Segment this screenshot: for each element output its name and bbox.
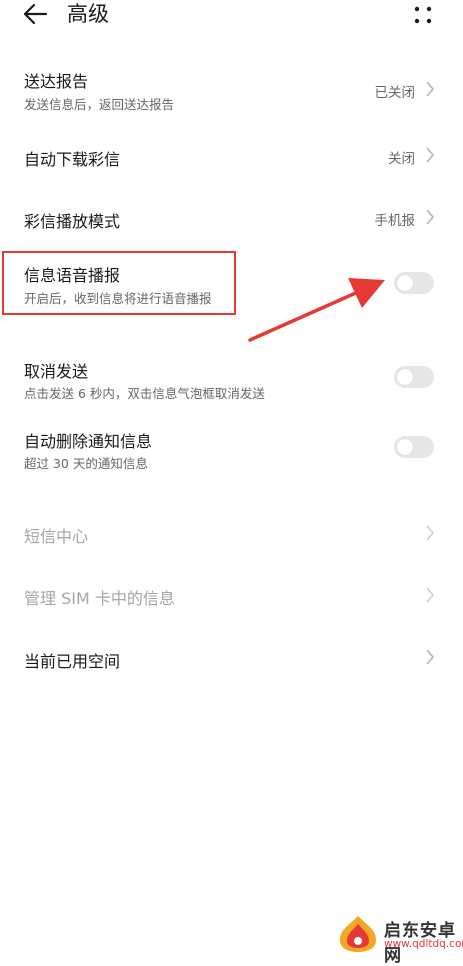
setting-value: 手机报 [374,213,416,229]
setting-subtitle: 点击发送 6 秒内，双击信息气泡框取消发送 [24,386,265,401]
setting-title: 自动下载彩信 [24,150,121,169]
setting-subtitle: 超过 30 天的通知信息 [24,456,148,471]
setting-value: 已关闭 [374,85,416,101]
setting-title: 当前已用空间 [24,652,121,671]
setting-title: 短信中心 [24,527,89,546]
chevron-right-icon [426,587,435,603]
watermark-url: www.qdltdq.com [384,938,463,950]
more-options-icon[interactable] [410,3,436,27]
setting-title: 送达报告 [24,72,89,91]
chevron-right-icon [426,649,435,665]
setting-title: 管理 SIM 卡中的信息 [24,589,175,608]
setting-value: 关闭 [388,151,415,167]
chevron-right-icon [426,525,435,541]
page-title: 高级 [67,2,109,26]
setting-cancel-send: 取消发送 点击发送 6 秒内，双击信息气泡框取消发送 [0,348,463,408]
setting-sms-center[interactable]: 短信中心 [0,508,463,558]
back-arrow-icon[interactable] [22,2,48,26]
annotation-arrow-icon [248,278,385,342]
toggle-knob [397,439,413,455]
auto-delete-toggle[interactable] [394,436,434,458]
cancel-send-toggle[interactable] [394,366,434,388]
setting-subtitle: 发送信息后，返回送达报告 [24,97,175,112]
watermark-logo-icon [340,916,376,952]
toggle-knob [397,275,413,291]
toggle-knob [397,369,413,385]
setting-title: 自动删除通知信息 [24,432,153,451]
setting-title: 取消发送 [24,362,89,381]
setting-auto-delete-notifications: 自动删除通知信息 超过 30 天的通知信息 [0,418,463,478]
setting-auto-download-mms[interactable]: 自动下载彩信 关闭 [0,130,463,180]
setting-manage-sim-messages[interactable]: 管理 SIM 卡中的信息 [0,570,463,620]
setting-delivery-report[interactable]: 送达报告 发送信息后，返回送达报告 已关闭 [0,60,463,120]
setting-storage-used[interactable]: 当前已用空间 [0,632,463,682]
annotation-highlight-box [2,251,236,315]
chevron-right-icon [426,209,435,225]
top-bar: 高级 [0,0,463,30]
setting-title: 彩信播放模式 [24,212,121,231]
voice-broadcast-toggle[interactable] [394,272,434,294]
chevron-right-icon [426,147,435,163]
chevron-right-icon [426,81,435,97]
watermark: 启东安卓网 www.qdltdq.com [326,912,463,966]
setting-mms-playback-mode[interactable]: 彩信播放模式 手机报 [0,192,463,242]
